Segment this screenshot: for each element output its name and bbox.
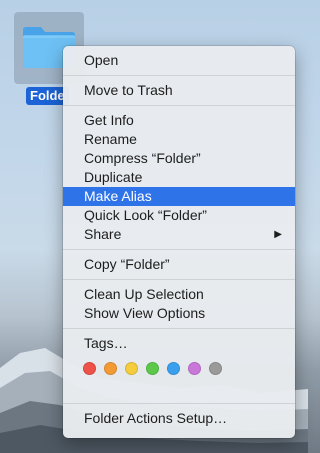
menu-item-get-info[interactable]: Get Info [63,111,295,130]
menu-item-compress[interactable]: Compress “Folder” [63,149,295,168]
menu-item-show-view-options[interactable]: Show View Options [63,304,295,323]
menu-item-tags[interactable]: Tags… [63,334,295,353]
menu-item-clean-up-selection[interactable]: Clean Up Selection [63,285,295,304]
tag-gray-dot[interactable] [209,361,222,375]
tag-green-dot[interactable] [146,361,159,375]
menu-item-folder-actions-setup[interactable]: Folder Actions Setup… [63,409,295,428]
menu-item-make-alias[interactable]: Make Alias [63,187,295,206]
menu-item-open[interactable]: Open [63,51,295,70]
menu-separator [63,328,295,329]
tag-color-row [63,353,295,383]
menu-separator [63,279,295,280]
menu-spacer [63,383,295,398]
menu-separator [63,105,295,106]
menu-separator [63,403,295,404]
menu-item-share[interactable]: Share ▶ [63,225,295,244]
menu-item-copy[interactable]: Copy “Folder” [63,255,295,274]
tag-blue-dot[interactable] [167,361,180,375]
submenu-arrow-icon: ▶ [274,229,282,240]
tag-orange-dot[interactable] [104,361,117,375]
tag-red-dot[interactable] [83,361,96,375]
context-menu: Open Move to Trash Get Info Rename Compr… [63,46,295,438]
menu-item-move-to-trash[interactable]: Move to Trash [63,81,295,100]
tag-yellow-dot[interactable] [125,361,138,375]
menu-separator [63,249,295,250]
menu-item-duplicate[interactable]: Duplicate [63,168,295,187]
tag-purple-dot[interactable] [188,361,201,375]
menu-item-quick-look[interactable]: Quick Look “Folder” [63,206,295,225]
menu-separator [63,75,295,76]
menu-item-rename[interactable]: Rename [63,130,295,149]
menu-item-share-label: Share [84,226,122,242]
